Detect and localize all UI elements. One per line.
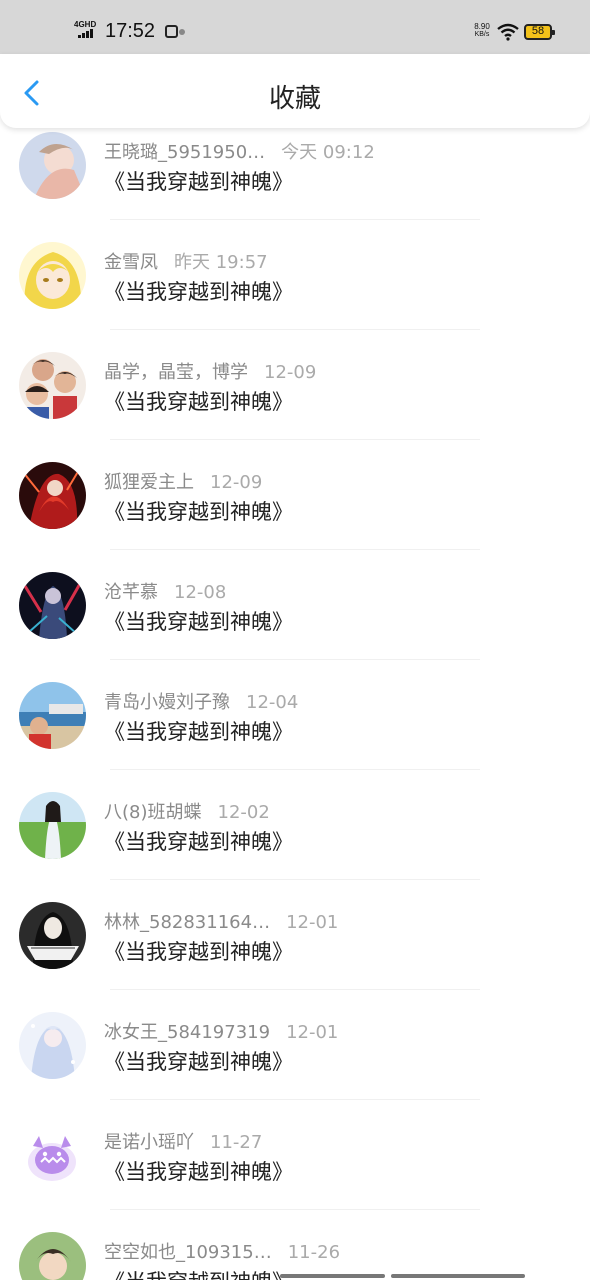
username[interactable]: 王晓璐_5951950…: [104, 142, 265, 163]
timestamp: 11-26: [287, 1242, 341, 1263]
battery-icon: 58: [524, 24, 555, 40]
list-item[interactable]: 金雪凤 昨天 19:57 《当我穿越到神魄》: [0, 220, 590, 330]
list-item[interactable]: 狐狸爱主上 12-09 《当我穿越到神魄》: [0, 440, 590, 550]
favorite-title[interactable]: 《当我穿越到神魄》: [104, 386, 293, 416]
notification-dot-icon: [179, 29, 185, 35]
favorite-title[interactable]: 《当我穿越到神魄》: [104, 496, 293, 526]
avatar[interactable]: [19, 242, 86, 309]
status-bar: 4GHD 17:52 8.90 KB/s 58: [0, 0, 590, 54]
favorite-title[interactable]: 《当我穿越到神魄》: [104, 1046, 293, 1076]
favorite-title[interactable]: 《当我穿越到神魄》: [104, 936, 293, 966]
app-header: 收藏: [0, 54, 590, 128]
speed-unit: KB/s: [474, 31, 490, 38]
avatar[interactable]: [19, 1232, 86, 1280]
timestamp: 昨天 19:57: [174, 252, 268, 273]
avatar[interactable]: [19, 1012, 86, 1079]
wifi-icon: [497, 23, 519, 41]
username[interactable]: 金雪凤: [104, 252, 158, 273]
notification-app-icon: [165, 25, 178, 38]
avatar[interactable]: [19, 132, 86, 199]
page-title: 收藏: [268, 84, 321, 114]
timestamp: 12-08: [174, 582, 227, 603]
username[interactable]: 沧芊慕: [104, 582, 158, 603]
username[interactable]: 冰女王_584197319: [104, 1022, 270, 1043]
favorite-title[interactable]: 《当我穿越到神魄》: [104, 276, 293, 306]
favorite-title[interactable]: 《当我穿越到神魄》: [104, 166, 293, 196]
speed-value: 8.90: [474, 22, 490, 31]
list-item[interactable]: 王晓璐_5951950… 今天 09:12 《当我穿越到神魄》: [0, 128, 590, 220]
username[interactable]: 晶学，晶莹，博学: [104, 362, 248, 383]
timestamp: 12-01: [286, 912, 339, 933]
username[interactable]: 八(8)班胡蝶: [104, 802, 202, 823]
timestamp: 12-02: [217, 802, 270, 823]
avatar[interactable]: [19, 462, 86, 529]
timestamp: 12-04: [246, 692, 299, 713]
list-item[interactable]: 是诺小瑶吖 11-27 《当我穿越到神魄》: [0, 1100, 590, 1210]
username[interactable]: 狐狸爱主上: [104, 472, 194, 493]
timestamp: 12-09: [210, 472, 263, 493]
favorite-title[interactable]: 《当我穿越到神魄》: [104, 606, 293, 636]
network-type: 4GHD: [74, 20, 97, 29]
scroll-indicator: [280, 1274, 525, 1278]
avatar[interactable]: [19, 682, 86, 749]
timestamp: 11-27: [210, 1132, 263, 1153]
username[interactable]: 林林_582831164…: [104, 912, 270, 933]
clock: 17:52: [105, 20, 156, 42]
avatar[interactable]: [19, 902, 86, 969]
username[interactable]: 空空如也_109315…: [104, 1242, 272, 1263]
timestamp: 12-01: [286, 1022, 339, 1043]
favorite-title[interactable]: 《当我穿越到神魄》: [104, 1156, 293, 1186]
avatar[interactable]: [19, 352, 86, 419]
list-item[interactable]: 空空如也_109315… 11-26 《当我穿越到神魄》: [0, 1210, 590, 1280]
list-item[interactable]: 青岛小嫚刘子豫 12-04 《当我穿越到神魄》: [0, 660, 590, 770]
favorite-title[interactable]: 《当我穿越到神魄》: [104, 716, 293, 746]
favorite-title[interactable]: 《当我穿越到神魄》: [104, 1266, 293, 1280]
list-item[interactable]: 冰女王_584197319 12-01 《当我穿越到神魄》: [0, 990, 590, 1100]
timestamp: 12-09: [264, 362, 317, 383]
battery-level: 58: [531, 25, 545, 37]
list-item[interactable]: 八(8)班胡蝶 12-02 《当我穿越到神魄》: [0, 770, 590, 880]
avatar[interactable]: [19, 792, 86, 859]
username[interactable]: 青岛小嫚刘子豫: [104, 692, 230, 713]
username[interactable]: 是诺小瑶吖: [104, 1132, 194, 1153]
favorites-list: 王晓璐_5951950… 今天 09:12 《当我穿越到神魄》 金雪凤 昨天 19:…: [0, 128, 590, 1280]
list-item[interactable]: 沧芊慕 12-08 《当我穿越到神魄》: [0, 550, 590, 660]
list-item[interactable]: 晶学，晶莹，博学 12-09 《当我穿越到神魄》: [0, 330, 590, 440]
list-item[interactable]: 林林_582831164… 12-01 《当我穿越到神魄》: [0, 880, 590, 990]
avatar[interactable]: [19, 572, 86, 639]
avatar[interactable]: [19, 1122, 86, 1189]
favorite-title[interactable]: 《当我穿越到神魄》: [104, 826, 293, 856]
timestamp: 今天 09:12: [281, 142, 375, 163]
signal-icon: 4GHD: [74, 20, 100, 41]
network-speed: 8.90 KB/s: [468, 23, 496, 39]
